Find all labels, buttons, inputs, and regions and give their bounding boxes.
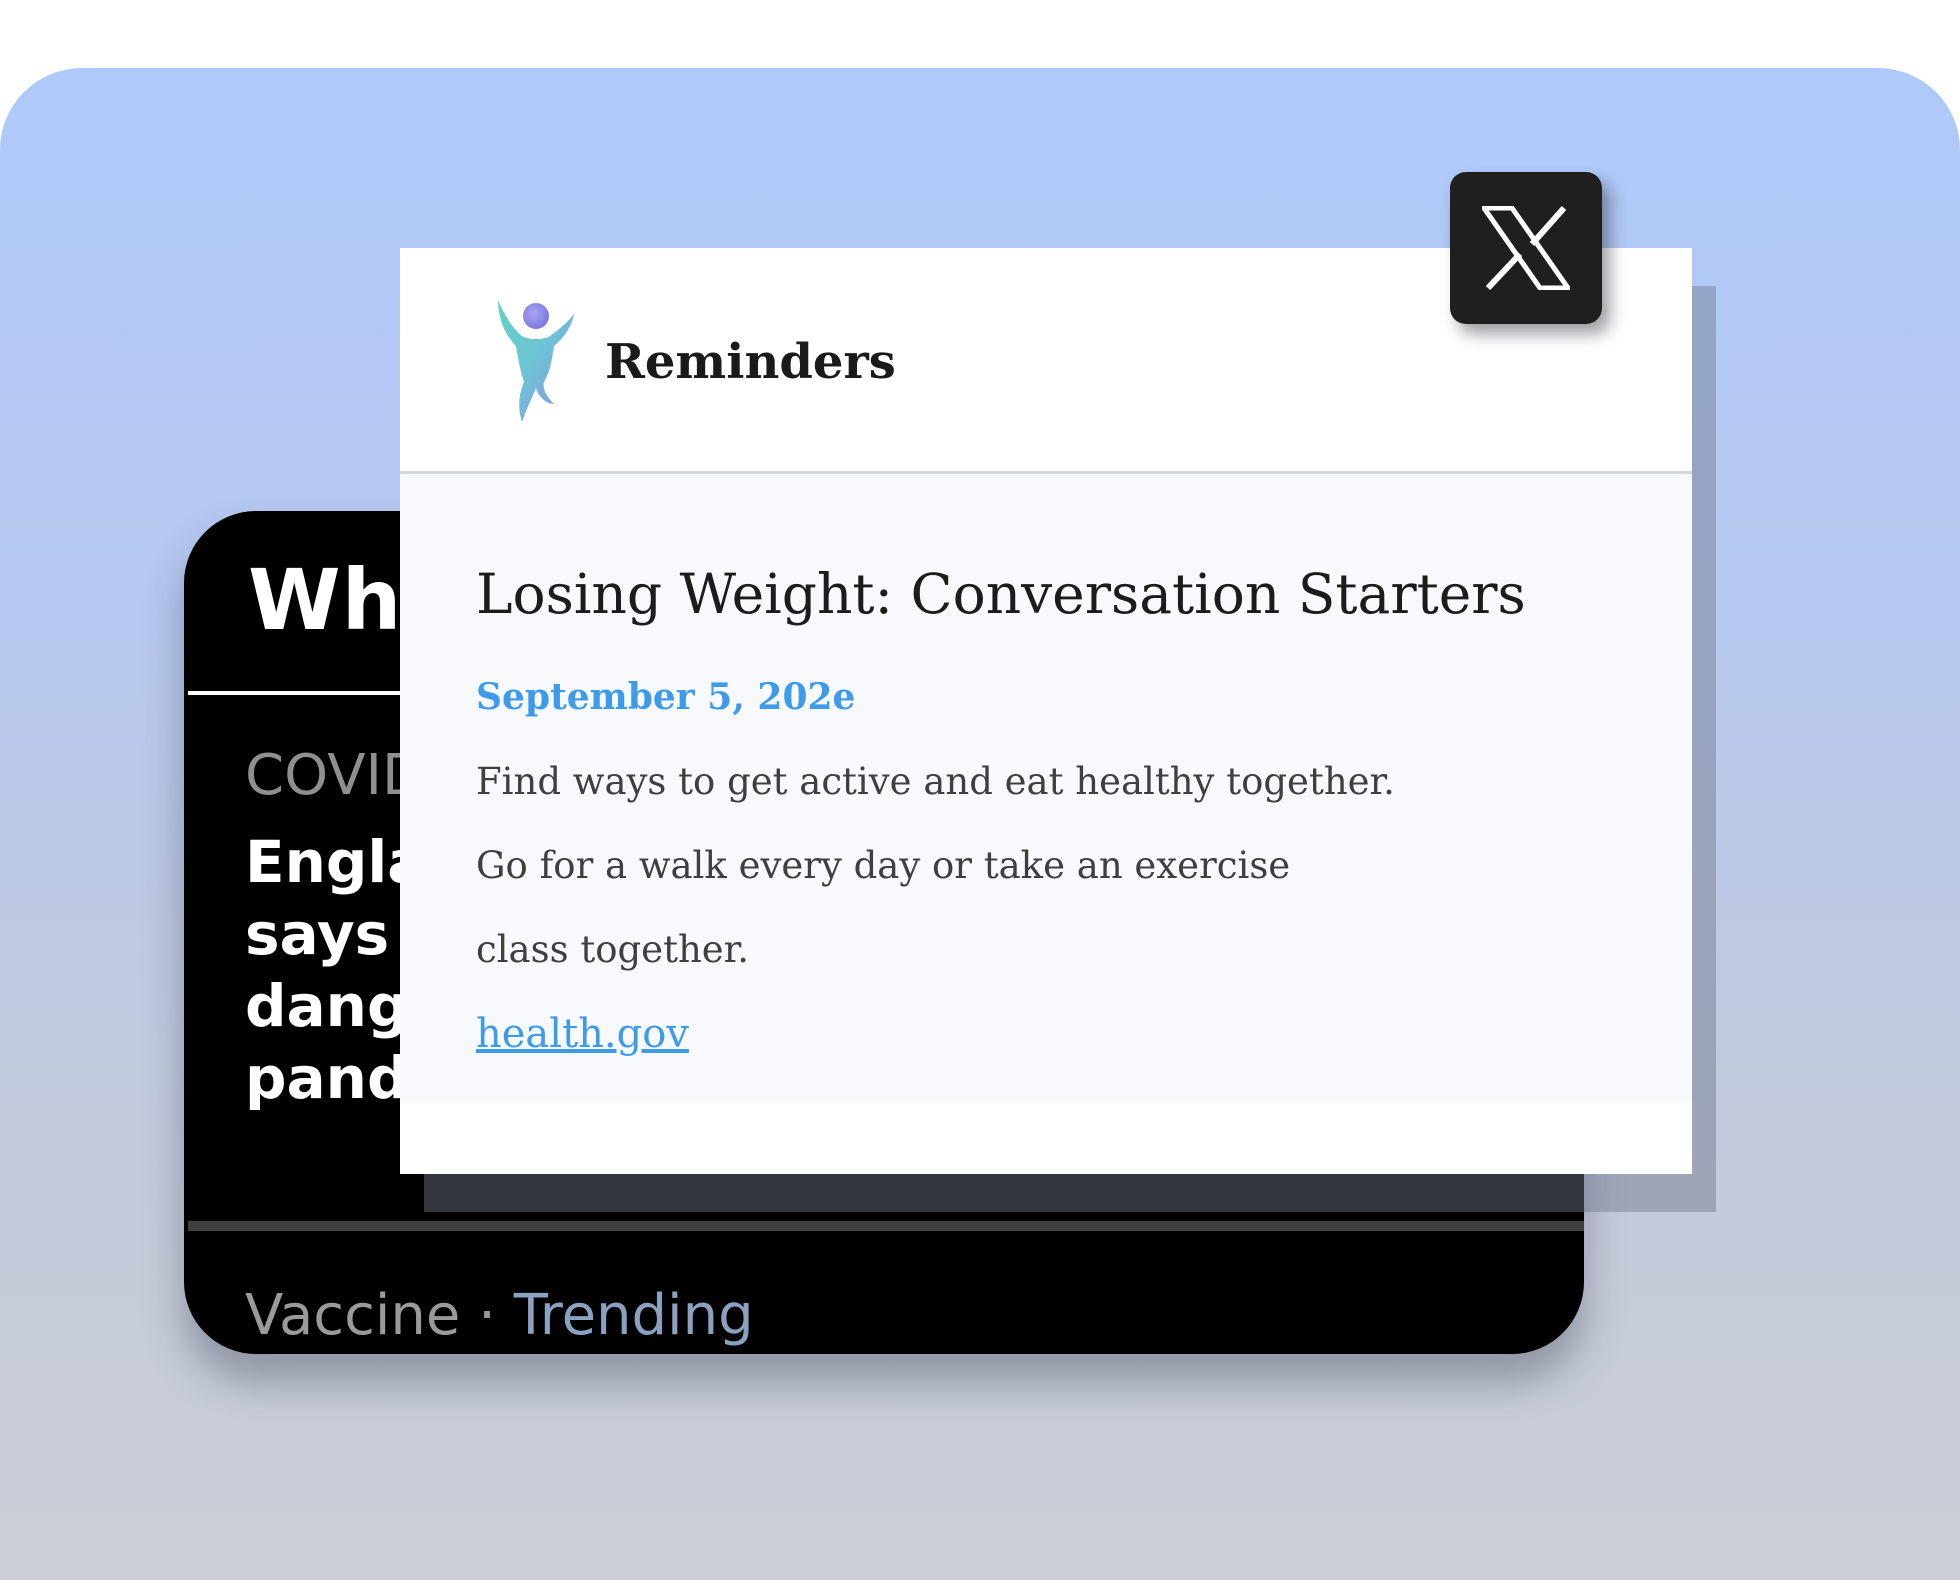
x-logo-icon <box>1482 206 1570 290</box>
popup-body: Losing Weight: Conversation Starters Sep… <box>400 474 1692 1102</box>
health-gov-link[interactable]: health.gov <box>476 1011 689 1057</box>
article-text-line: Find ways to get active and eat healthy … <box>476 760 1395 803</box>
person-cheering-icon <box>498 300 574 422</box>
news-meta: Vaccine · Trending <box>245 1283 754 1348</box>
divider <box>188 1221 1584 1231</box>
meta-separator: · <box>478 1283 496 1348</box>
x-logo-button[interactable] <box>1450 172 1602 324</box>
article-text-line: Go for a walk every day or take an exerc… <box>476 844 1291 887</box>
popup-title: Reminders <box>605 334 896 390</box>
news-tag: Vaccine <box>245 1283 461 1348</box>
article-title: Losing Weight: Conversation Starters <box>476 562 1526 626</box>
article-text-line: class together. <box>476 928 750 971</box>
trending-label: Trending <box>513 1283 754 1348</box>
reminders-popup: Reminders Losing Weight: Conversation St… <box>400 248 1692 1174</box>
background-stage: What's happening COVID-19 England says t… <box>0 68 1960 1580</box>
article-date: September 5, 202e <box>476 676 856 718</box>
